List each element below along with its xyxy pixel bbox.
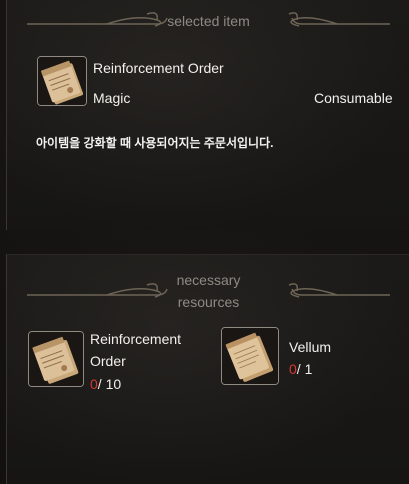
resource-count-separator: / [97, 376, 102, 392]
section-title-resources-line2: resources [177, 294, 240, 310]
item-grade: Magic [93, 90, 131, 106]
item-tooltip-window: selected item Reinforcement Order Magic … [0, 0, 409, 484]
vellum-icon[interactable] [221, 327, 279, 385]
necessary-resources-panel: necessary resources Reinforcement Order … [6, 254, 409, 484]
selected-item-panel: selected item Reinforcement Order Magic … [6, 0, 409, 230]
resource-need-count: 10 [105, 376, 122, 392]
resource-name-line1: Reinforcement [90, 331, 182, 347]
section-title-selected-item: selected item [167, 13, 250, 29]
resource-count-vellum: 0/ 1 [289, 361, 312, 377]
resource-count: 0/ 10 [90, 376, 121, 392]
resource-need-count-vellum: 1 [304, 361, 313, 377]
item-name: Reinforcement Order [93, 60, 224, 76]
resource-have-count-vellum: 0 [289, 361, 297, 377]
item-description: 아이템을 강화할 때 사용되어지는 주문서입니다. [36, 136, 274, 150]
resource-count-separator-vellum: / [296, 361, 301, 377]
resource-name-vellum: Vellum [289, 339, 332, 355]
scroll-icon[interactable] [37, 56, 87, 106]
section-title-resources-line1: necessary [176, 272, 241, 288]
resource-have-count: 0 [90, 376, 98, 392]
item-category: Consumable [314, 90, 393, 106]
resource-scroll-icon[interactable] [28, 331, 84, 387]
resource-name-line2: Order [90, 353, 126, 369]
